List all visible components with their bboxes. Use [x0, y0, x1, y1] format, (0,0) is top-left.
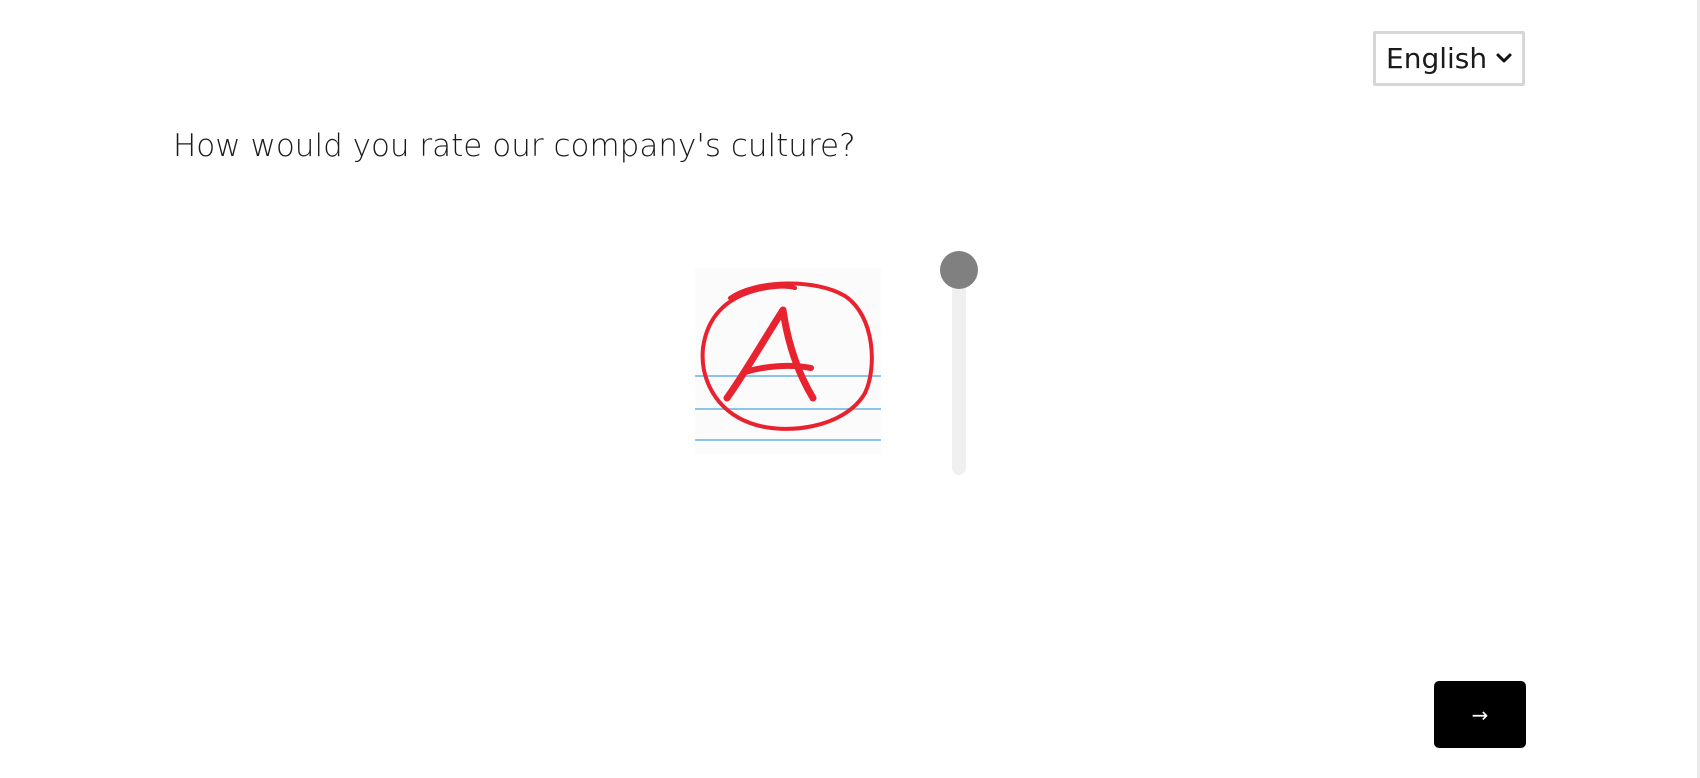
survey-page: English How would you rate our company's… [0, 0, 1700, 778]
rating-slider-track[interactable] [952, 270, 966, 475]
rating-slider-thumb[interactable] [940, 251, 978, 289]
chevron-down-icon [1496, 53, 1512, 63]
language-select[interactable]: English [1373, 31, 1525, 86]
next-button[interactable]: → [1434, 681, 1526, 748]
question-text: How would you rate our company's culture… [173, 128, 856, 164]
language-select-value: English [1386, 42, 1488, 75]
arrow-right-icon: → [1471, 702, 1489, 727]
grade-a-image [695, 268, 881, 454]
